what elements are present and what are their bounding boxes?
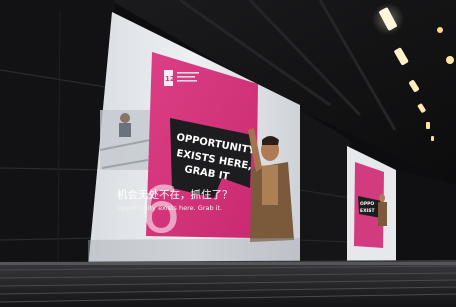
photo-scene: 12 OPPORTUNITY EXISTS HERE, GRAB IT 6 机会… bbox=[0, 0, 456, 307]
slide-background-office bbox=[99, 110, 151, 170]
far-right-wall bbox=[395, 170, 456, 268]
side-slide-headline-1: OPPO bbox=[360, 201, 374, 207]
caption-english: Opportunity exists here. Grab it. bbox=[117, 204, 222, 212]
scene-drawing: 12 OPPORTUNITY EXISTS HERE, GRAB IT 6 机会… bbox=[0, 0, 456, 307]
slide-logo-text: 12 bbox=[165, 75, 175, 83]
caption-chinese: 机会无处不在，抓住了？ bbox=[117, 188, 233, 201]
side-slide-headline-2: EXIST bbox=[360, 208, 375, 214]
stage-front bbox=[0, 260, 456, 307]
